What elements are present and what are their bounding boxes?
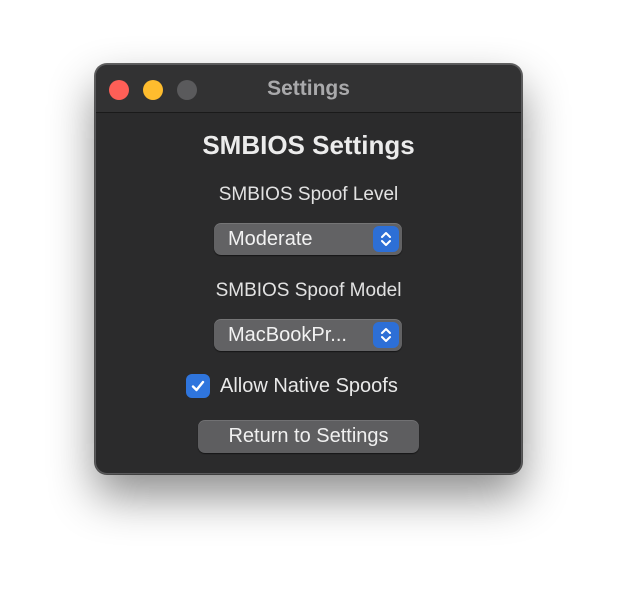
return-to-settings-button[interactable]: Return to Settings xyxy=(198,420,419,453)
title-bar[interactable]: Settings xyxy=(96,65,521,113)
window-title: Settings xyxy=(267,77,350,100)
spoof-level-label: SMBIOS Spoof Level xyxy=(218,184,399,205)
spoof-model-label: SMBIOS Spoof Model xyxy=(215,280,402,301)
allow-native-spoofs-checkbox[interactable] xyxy=(186,374,210,398)
settings-window: Settings SMBIOS Settings SMBIOS Spoof Le… xyxy=(95,64,522,474)
allow-native-spoofs-label[interactable]: Allow Native Spoofs xyxy=(220,374,398,398)
checkmark-icon xyxy=(191,380,205,392)
spoof-level-value: Moderate xyxy=(228,228,313,250)
spoof-model-popup[interactable]: MacBookPr... xyxy=(214,319,402,351)
spoof-level-popup[interactable]: Moderate xyxy=(214,223,402,255)
spoof-model-value: MacBookPr... xyxy=(228,324,347,346)
chevron-up-down-icon xyxy=(373,322,399,348)
chevron-up-down-icon xyxy=(373,226,399,252)
page-title: SMBIOS Settings xyxy=(202,130,415,160)
